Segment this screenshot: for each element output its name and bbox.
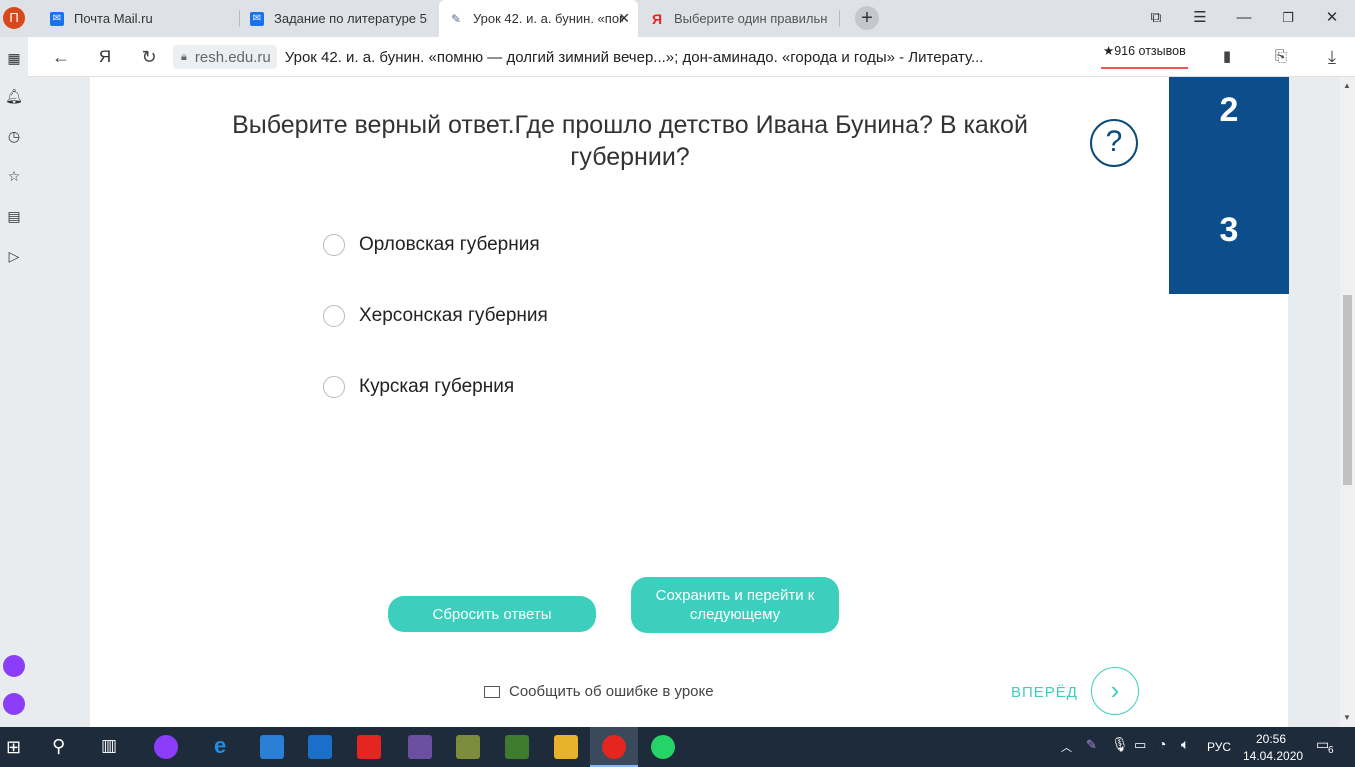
menu-icon[interactable]: ☰	[1188, 6, 1212, 30]
yandex-browser-icon[interactable]	[602, 735, 626, 759]
tab-yandex-search[interactable]: Я Выберите один правильный	[640, 0, 838, 37]
yandex-home-icon[interactable]: Я	[94, 46, 116, 68]
task-view-icon[interactable]: ▥	[101, 736, 117, 756]
minimize-icon[interactable]: —	[1232, 6, 1256, 30]
store-icon[interactable]	[260, 735, 284, 759]
downloads-icon[interactable]: ⤓	[1321, 46, 1343, 68]
scroll-down-icon[interactable]: ▼	[1343, 713, 1351, 722]
clock-time[interactable]: 20:56	[1256, 732, 1286, 746]
help-question-icon[interactable]: ?	[1090, 119, 1138, 167]
bookmarks-panel-icon[interactable]: ⧉	[1144, 6, 1168, 30]
whatsapp-icon[interactable]	[651, 735, 675, 759]
answer-option[interactable]: Орловская губерния	[323, 234, 540, 256]
task-number-panel: 2 3	[1169, 77, 1289, 294]
alice-assistant-icon[interactable]	[3, 655, 25, 677]
close-tab-icon[interactable]: ✕	[618, 10, 630, 27]
task-number-3[interactable]: 3	[1169, 211, 1289, 250]
lock-icon: 🔒︎	[181, 50, 187, 63]
back-arrow-icon[interactable]: ←	[50, 46, 72, 68]
url-field[interactable]: 🔒︎ resh.edu.ru Урок 42. и. а. бунин. «по…	[173, 42, 1098, 72]
new-tab-button[interactable]: +	[855, 6, 879, 30]
services-grid-icon[interactable]: ▦	[5, 49, 23, 67]
history-clock-icon[interactable]: ◷	[5, 127, 23, 145]
tab-mail[interactable]: ✉ Почта Mail.ru	[40, 0, 238, 37]
notification-count: 6	[1328, 745, 1334, 756]
edge-icon[interactable]: e	[214, 733, 226, 759]
tab-strip: П ✉ Почта Mail.ru ✉ Задание по литератур…	[0, 0, 1355, 37]
minecraft-icon[interactable]	[505, 735, 529, 759]
search-icon[interactable]: ⚲	[52, 736, 65, 757]
resh-logo-icon: ✎	[450, 11, 462, 26]
volume-icon[interactable]: 🔈︎	[1181, 736, 1189, 753]
next-arrow-icon[interactable]: ›	[1091, 667, 1139, 715]
tab-lesson-42[interactable]: ✎ Урок 42. и. а. бунин. «помню ✕	[439, 0, 638, 37]
scrollbar-thumb[interactable]	[1343, 295, 1352, 485]
answer-option[interactable]: Херсонская губерния	[323, 305, 548, 327]
battery-icon[interactable]: ▭	[1134, 737, 1146, 753]
question-text: Выберите верный ответ.Где прошло детство…	[232, 111, 1028, 171]
mail-icon: ✉	[250, 11, 264, 26]
radio-button[interactable]	[323, 376, 345, 398]
reset-answers-button[interactable]: Сбросить ответы	[388, 596, 596, 632]
site-reviews-badge[interactable]: ★916 отзывов	[1101, 43, 1188, 69]
report-error-link[interactable]: Сообщить об ошибке в уроке	[484, 683, 714, 700]
app-icon[interactable]	[408, 735, 432, 759]
tab-separator	[839, 10, 840, 27]
radio-button[interactable]	[323, 305, 345, 327]
restore-icon[interactable]: ❐	[1276, 6, 1300, 30]
language-indicator[interactable]: РУС	[1207, 740, 1231, 754]
page-scrollbar[interactable]: ▲ ▼	[1340, 77, 1355, 727]
pen-icon[interactable]: ✎	[1086, 737, 1097, 753]
windows-taskbar: ⊞ ⚲ ▥ e ︿ ✎ 🎙︎ ▭ ◔ 🔈︎ РУС 20:56 14.04.20…	[0, 727, 1355, 767]
close-window-icon[interactable]: ✕	[1320, 6, 1344, 30]
alice-voice-icon[interactable]	[3, 693, 25, 715]
page-margin-right	[1288, 77, 1340, 727]
bookmark-icon[interactable]: ▮	[1216, 46, 1238, 68]
media-play-icon[interactable]: ▷	[5, 247, 23, 265]
app-icon[interactable]	[456, 735, 480, 759]
mail-app-icon[interactable]	[308, 735, 332, 759]
alice-taskbar-icon[interactable]	[154, 735, 178, 759]
notifications-bell-icon[interactable]: 🔔︎	[5, 87, 23, 105]
mail-icon: ✉	[50, 11, 64, 26]
envelope-icon	[484, 685, 500, 698]
reload-icon[interactable]: ↻	[138, 46, 160, 68]
reader-mode-icon[interactable]: ⎘	[1270, 46, 1292, 68]
browser-sidebar: ▦ 🔔︎ ◷ ☆ ▤ ▷	[0, 37, 28, 727]
wifi-icon[interactable]: ◔	[1158, 736, 1166, 752]
lesson-page: Выберите верный ответ.Где прошло детство…	[90, 77, 1289, 727]
tray-expand-icon[interactable]: ︿	[1061, 739, 1072, 755]
next-label[interactable]: ВПЕРЁД	[1011, 684, 1078, 701]
favorites-star-icon[interactable]: ☆	[5, 167, 23, 185]
scroll-up-icon[interactable]: ▲	[1343, 81, 1351, 90]
clock-date[interactable]: 14.04.2020	[1243, 749, 1303, 763]
radio-button[interactable]	[323, 234, 345, 256]
page-margin-left	[28, 77, 90, 727]
site-info-badge[interactable]: 🔒︎ resh.edu.ru	[173, 45, 277, 69]
page-title-in-address: Урок 42. и. а. бунин. «помню — долгий зи…	[284, 48, 984, 66]
address-bar: ← Я ↻ 🔒︎ resh.edu.ru Урок 42. и. а. буни…	[28, 37, 1355, 77]
profile-avatar[interactable]: П	[3, 7, 25, 29]
file-explorer-icon[interactable]	[554, 735, 578, 759]
task-number-2[interactable]: 2	[1169, 91, 1289, 130]
save-and-next-button[interactable]: Сохранить и перейти к следующему	[631, 577, 839, 633]
answer-option[interactable]: Курская губерния	[323, 376, 514, 398]
yandex-app-icon[interactable]	[357, 735, 381, 759]
microphone-icon[interactable]: 🎙︎	[1111, 736, 1129, 753]
yandex-icon: Я	[651, 10, 663, 27]
tab-literature-task[interactable]: ✉ Задание по литературе 5Б	[240, 0, 438, 37]
windows-start-icon[interactable]: ⊞	[6, 737, 21, 758]
collections-icon[interactable]: ▤	[5, 207, 23, 225]
